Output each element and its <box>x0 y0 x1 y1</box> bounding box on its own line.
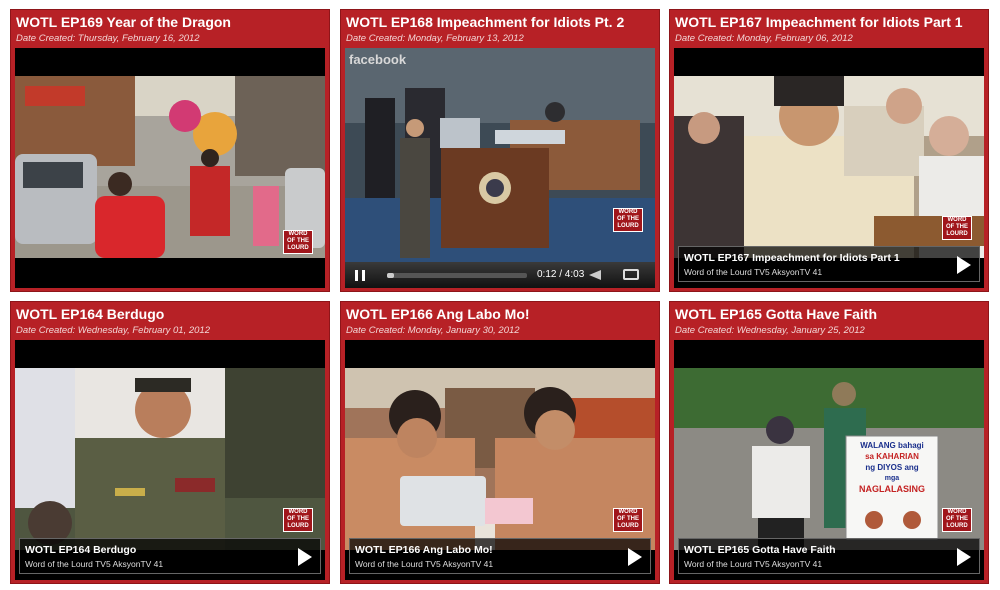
video-info-overlay[interactable]: WOTL EP165 Gotta Have Faith Word of the … <box>678 538 980 574</box>
sign-line: NAGLALASING <box>859 484 925 494</box>
channel-logo: WORD OF THE LOURD <box>613 208 643 232</box>
video-date: Date Created: Monday, February 06, 2012 <box>675 33 853 44</box>
overlay-title: WOTL EP165 Gotta Have Faith <box>684 544 836 556</box>
seek-progress <box>387 273 394 278</box>
pause-icon[interactable] <box>355 270 365 281</box>
video-card[interactable]: WOTL EP169 Year of the Dragon Date Creat… <box>10 9 330 292</box>
video-title[interactable]: WOTL EP165 Gotta Have Faith <box>675 306 877 322</box>
time-display: 0:12 / 4:03 <box>537 269 585 280</box>
video-thumbnail[interactable]: WALANG bahagi sa KAHARIAN ng DIYOS ang m… <box>674 368 984 550</box>
video-player[interactable]: facebook WORD OF THE LOURD 0:12 / 4:03 <box>345 48 655 288</box>
overlay-subtitle: Word of the Lourd TV5 AksyonTV 41 <box>25 559 164 569</box>
protest-sign-text: WALANG bahagi sa KAHARIAN ng DIYOS ang m… <box>846 440 938 495</box>
channel-logo: WORD OF THE LOURD <box>613 508 643 532</box>
video-thumbnail[interactable]: WORD OF THE LOURD <box>345 368 655 550</box>
video-thumbnail[interactable]: facebook WORD OF THE LOURD <box>345 48 655 262</box>
channel-logo: WORD OF THE LOURD <box>942 216 972 240</box>
video-title[interactable]: WOTL EP166 Ang Labo Mo! <box>346 306 530 322</box>
sign-line: sa KAHARIAN <box>865 452 919 461</box>
video-card[interactable]: WOTL EP167 Impeachment for Idiots Part 1… <box>669 9 989 292</box>
video-player[interactable]: WORD OF THE LOURD <box>15 48 325 288</box>
overlay-subtitle: Word of the Lourd TV5 AksyonTV 41 <box>684 267 823 277</box>
video-title[interactable]: WOTL EP167 Impeachment for Idiots Part 1 <box>675 14 963 30</box>
play-icon[interactable] <box>298 548 312 566</box>
overlay-subtitle: Word of the Lourd TV5 AksyonTV 41 <box>355 559 494 569</box>
overlay-title: WOTL EP167 Impeachment for Idiots Part 1 <box>684 252 900 264</box>
video-date: Date Created: Monday, January 30, 2012 <box>346 325 520 336</box>
video-title[interactable]: WOTL EP168 Impeachment for Idiots Pt. 2 <box>346 14 624 30</box>
video-info-overlay[interactable]: WOTL EP166 Ang Labo Mo! Word of the Lour… <box>349 538 651 574</box>
sign-line: ng DIYOS ang <box>865 463 919 472</box>
video-card[interactable]: WOTL EP164 Berdugo Date Created: Wednesd… <box>10 301 330 584</box>
video-date: Date Created: Thursday, February 16, 201… <box>16 33 200 44</box>
play-icon[interactable] <box>957 548 971 566</box>
video-thumbnail[interactable]: WORD OF THE LOURD <box>674 76 984 258</box>
player-controls: 0:12 / 4:03 <box>345 262 655 288</box>
video-info-overlay[interactable]: WOTL EP164 Berdugo Word of the Lourd TV5… <box>19 538 321 574</box>
video-date: Date Created: Wednesday, February 01, 20… <box>16 325 210 336</box>
video-info-overlay[interactable]: WOTL EP167 Impeachment for Idiots Part 1… <box>678 246 980 282</box>
fullscreen-icon[interactable] <box>623 269 639 280</box>
video-card[interactable]: WOTL EP165 Gotta Have Faith Date Created… <box>669 301 989 584</box>
video-date: Date Created: Wednesday, January 25, 201… <box>675 325 865 336</box>
seek-bar[interactable] <box>387 273 527 278</box>
channel-logo: WORD OF THE LOURD <box>283 230 313 254</box>
video-date: Date Created: Monday, February 13, 2012 <box>346 33 524 44</box>
video-thumbnail[interactable]: WORD OF THE LOURD <box>15 368 325 550</box>
video-player[interactable]: WALANG bahagi sa KAHARIAN ng DIYOS ang m… <box>674 340 984 580</box>
overlay-title: WOTL EP164 Berdugo <box>25 544 137 556</box>
channel-logo: WORD OF THE LOURD <box>283 508 313 532</box>
video-card[interactable]: WOTL EP168 Impeachment for Idiots Pt. 2 … <box>340 9 660 292</box>
play-icon[interactable] <box>957 256 971 274</box>
video-player[interactable]: WORD OF THE LOURD WOTL EP167 Impeachment… <box>674 48 984 288</box>
sign-line: mga <box>884 475 900 482</box>
play-icon[interactable] <box>628 548 642 566</box>
channel-logo: WORD OF THE LOURD <box>942 508 972 532</box>
video-player[interactable]: WORD OF THE LOURD WOTL EP166 Ang Labo Mo… <box>345 340 655 580</box>
video-title[interactable]: WOTL EP164 Berdugo <box>16 306 164 322</box>
overlay-subtitle: Word of the Lourd TV5 AksyonTV 41 <box>684 559 823 569</box>
video-thumbnail[interactable]: WORD OF THE LOURD <box>15 76 325 258</box>
video-title[interactable]: WOTL EP169 Year of the Dragon <box>16 14 231 30</box>
video-card[interactable]: WOTL EP166 Ang Labo Mo! Date Created: Mo… <box>340 301 660 584</box>
overlay-title: WOTL EP166 Ang Labo Mo! <box>355 544 493 556</box>
volume-icon[interactable] <box>589 270 601 280</box>
facebook-watermark: facebook <box>349 52 407 67</box>
sign-line: WALANG bahagi <box>860 441 924 450</box>
video-player[interactable]: WORD OF THE LOURD WOTL EP164 Berdugo Wor… <box>15 340 325 580</box>
